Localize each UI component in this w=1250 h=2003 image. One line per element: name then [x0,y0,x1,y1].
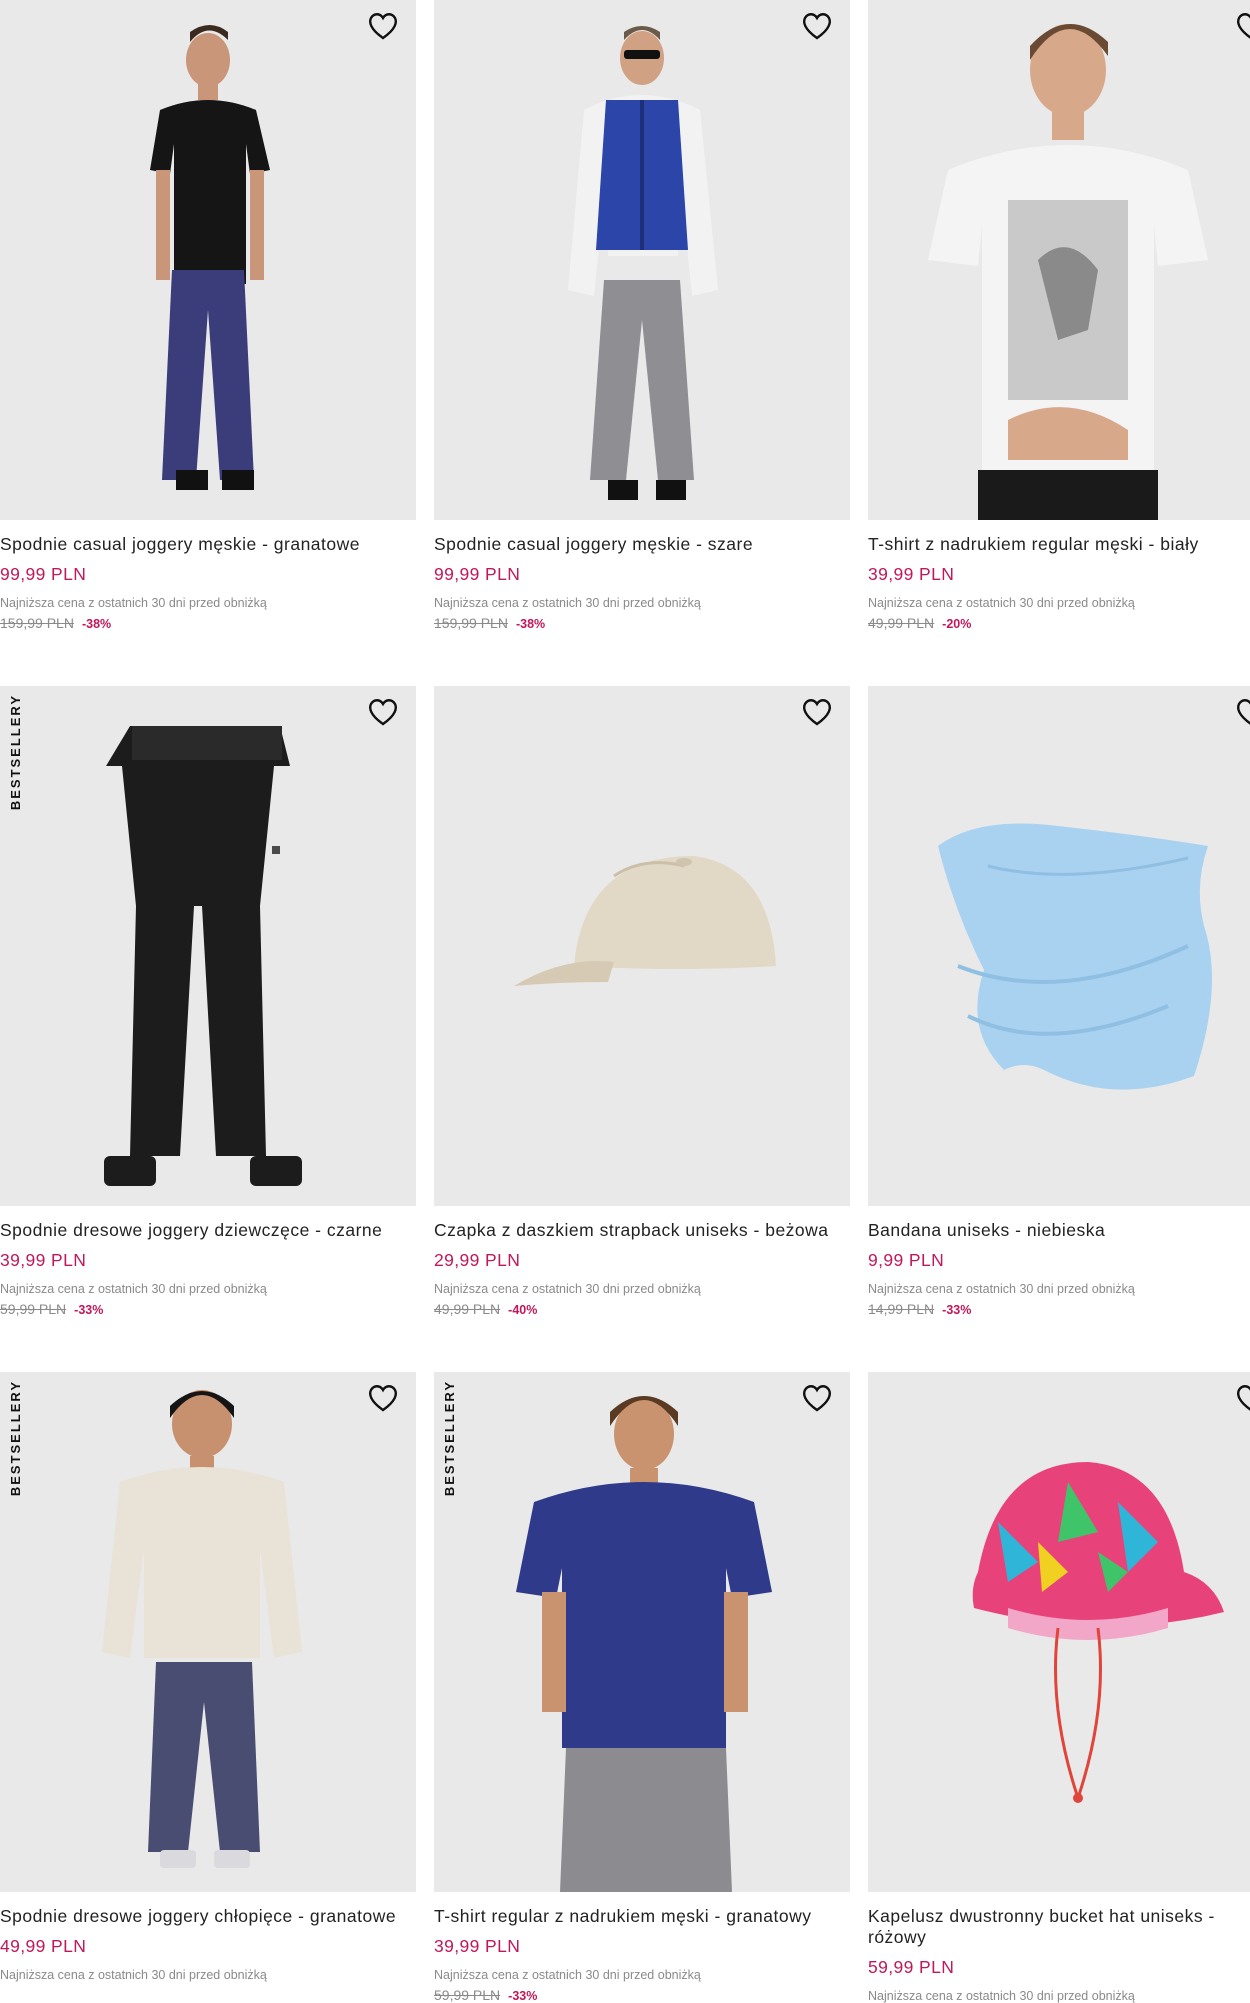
product-info: Bandana uniseks - niebieska 9,99 PLN Naj… [868,1206,1250,1317]
lowest-price-note: Najniższa cena z ostatnich 30 dni przed … [0,596,267,610]
product-card[interactable]: BESTSELLERY Spodnie dresowe joggery chło… [0,1372,416,1992]
wishlist-heart-icon[interactable] [366,696,400,728]
product-photo [434,1372,850,1892]
discount-label: -20% [942,617,972,631]
product-name[interactable]: Bandana uniseks - niebieska [868,1220,1250,1241]
product-card[interactable]: Spodnie casual joggery męskie - granatow… [0,0,416,686]
old-price-row: 159,99 PLN -38% [434,615,850,631]
product-price: 9,99 PLN [868,1250,945,1270]
product-image[interactable]: BESTSELLERY [434,1372,850,1892]
wishlist-heart-icon[interactable] [800,696,834,728]
product-card[interactable]: Kapelusz dwustronny bucket hat uniseks -… [868,1372,1250,2003]
product-price: 39,99 PLN [868,564,955,584]
old-price-row: 59,99 PLN -33% [0,1301,416,1317]
product-name[interactable]: Spodnie casual joggery męskie - granatow… [0,534,410,555]
bestseller-badge: BESTSELLERY [8,694,23,811]
wishlist-heart-icon[interactable] [1234,1382,1250,1414]
product-name[interactable]: T-shirt regular z nadrukiem męski - gran… [434,1906,844,1927]
old-price-row: 49,99 PLN -40% [434,1301,850,1317]
discount-label: -33% [74,1303,104,1317]
old-price-row: 49,99 PLN -20% [868,615,1250,631]
product-price: 59,99 PLN [868,1957,955,1977]
old-price: 49,99 PLN [868,615,935,631]
product-card[interactable]: T-shirt z nadrukiem regular męski - biał… [868,0,1250,686]
product-info: Czapka z daszkiem strapback uniseks - be… [434,1206,850,1317]
product-info: T-shirt regular z nadrukiem męski - gran… [434,1892,850,2003]
product-price: 99,99 PLN [434,564,521,584]
discount-label: -40% [508,1303,538,1317]
wishlist-heart-icon[interactable] [366,10,400,42]
product-image[interactable] [0,0,416,520]
lowest-price-note: Najniższa cena z ostatnich 30 dni przed … [0,1282,267,1296]
product-price: 29,99 PLN [434,1250,521,1270]
lowest-price-note: Najniższa cena z ostatnich 30 dni przed … [434,596,701,610]
product-photo [868,686,1250,1206]
product-price: 49,99 PLN [0,1936,87,1956]
bestseller-badge: BESTSELLERY [8,1380,23,1497]
product-image[interactable] [868,0,1250,520]
product-grid: Spodnie casual joggery męskie - granatow… [0,0,1250,2003]
product-image[interactable]: BESTSELLERY [0,686,416,1206]
product-image[interactable] [434,0,850,520]
discount-label: -33% [942,1303,972,1317]
wishlist-heart-icon[interactable] [366,1382,400,1414]
old-price: 59,99 PLN [434,1987,501,2003]
product-card[interactable]: BESTSELLERY T-shirt regular z nadrukiem … [434,1372,850,2003]
lowest-price-note: Najniższa cena z ostatnich 30 dni przed … [0,1968,267,1982]
product-price: 99,99 PLN [0,564,87,584]
lowest-price-note: Najniższa cena z ostatnich 30 dni przed … [868,1282,1135,1296]
product-image[interactable] [868,1372,1250,1892]
old-price: 49,99 PLN [434,1301,501,1317]
product-name[interactable]: Spodnie dresowe joggery chłopięce - gran… [0,1906,410,1927]
discount-label: -38% [515,617,546,631]
product-photo [434,0,850,520]
product-name[interactable]: Spodnie dresowe joggery dziewczęce - cza… [0,1220,410,1241]
product-photo [0,686,416,1206]
wishlist-heart-icon[interactable] [800,10,834,42]
old-price-row: 14,99 PLN -33% [868,1301,1250,1317]
product-photo [0,1372,416,1892]
product-price: 39,99 PLN [0,1250,87,1270]
discount-label: -33% [508,1989,538,2003]
product-price: 39,99 PLN [434,1936,521,1956]
product-info: Spodnie dresowe joggery chłopięce - gran… [0,1892,416,1982]
product-name[interactable]: Kapelusz dwustronny bucket hat uniseks -… [868,1906,1250,1948]
product-photo [868,1372,1250,1892]
product-photo [0,0,416,520]
old-price: 14,99 PLN [868,1301,935,1317]
product-image[interactable] [434,686,850,1206]
old-price-row: 159,99 PLN -38% [0,615,416,631]
lowest-price-note: Najniższa cena z ostatnich 30 dni przed … [434,1968,701,1982]
product-name[interactable]: T-shirt z nadrukiem regular męski - biał… [868,534,1250,555]
old-price-row: 59,99 PLN -33% [434,1987,850,2003]
product-photo [868,0,1250,520]
lowest-price-note: Najniższa cena z ostatnich 30 dni przed … [868,596,1135,610]
lowest-price-note: Najniższa cena z ostatnich 30 dni przed … [434,1282,701,1296]
product-info: T-shirt z nadrukiem regular męski - biał… [868,520,1250,631]
product-info: Spodnie casual joggery męskie - granatow… [0,520,416,631]
old-price: 159,99 PLN [434,615,508,631]
product-name[interactable]: Spodnie casual joggery męskie - szare [434,534,844,555]
product-card[interactable]: Czapka z daszkiem strapback uniseks - be… [434,686,850,1372]
product-image[interactable]: BESTSELLERY [0,1372,416,1892]
product-info: Spodnie dresowe joggery dziewczęce - cza… [0,1206,416,1317]
product-card[interactable]: Bandana uniseks - niebieska 9,99 PLN Naj… [868,686,1250,1372]
product-card[interactable]: BESTSELLERY Spodnie dresowe joggery dzie… [0,686,416,1372]
product-card[interactable]: Spodnie casual joggery męskie - szare 99… [434,0,850,686]
product-name[interactable]: Czapka z daszkiem strapback uniseks - be… [434,1220,844,1241]
product-photo [434,686,850,1206]
product-info: Spodnie casual joggery męskie - szare 99… [434,520,850,631]
product-info: Kapelusz dwustronny bucket hat uniseks -… [868,1892,1250,2003]
discount-label: -38% [81,617,112,631]
lowest-price-note: Najniższa cena z ostatnich 30 dni przed … [868,1989,1135,2003]
product-image[interactable] [868,686,1250,1206]
old-price: 159,99 PLN [0,615,74,631]
bestseller-badge: BESTSELLERY [442,1380,457,1497]
wishlist-heart-icon[interactable] [800,1382,834,1414]
wishlist-heart-icon[interactable] [1234,696,1250,728]
old-price: 59,99 PLN [0,1301,67,1317]
wishlist-heart-icon[interactable] [1234,10,1250,42]
